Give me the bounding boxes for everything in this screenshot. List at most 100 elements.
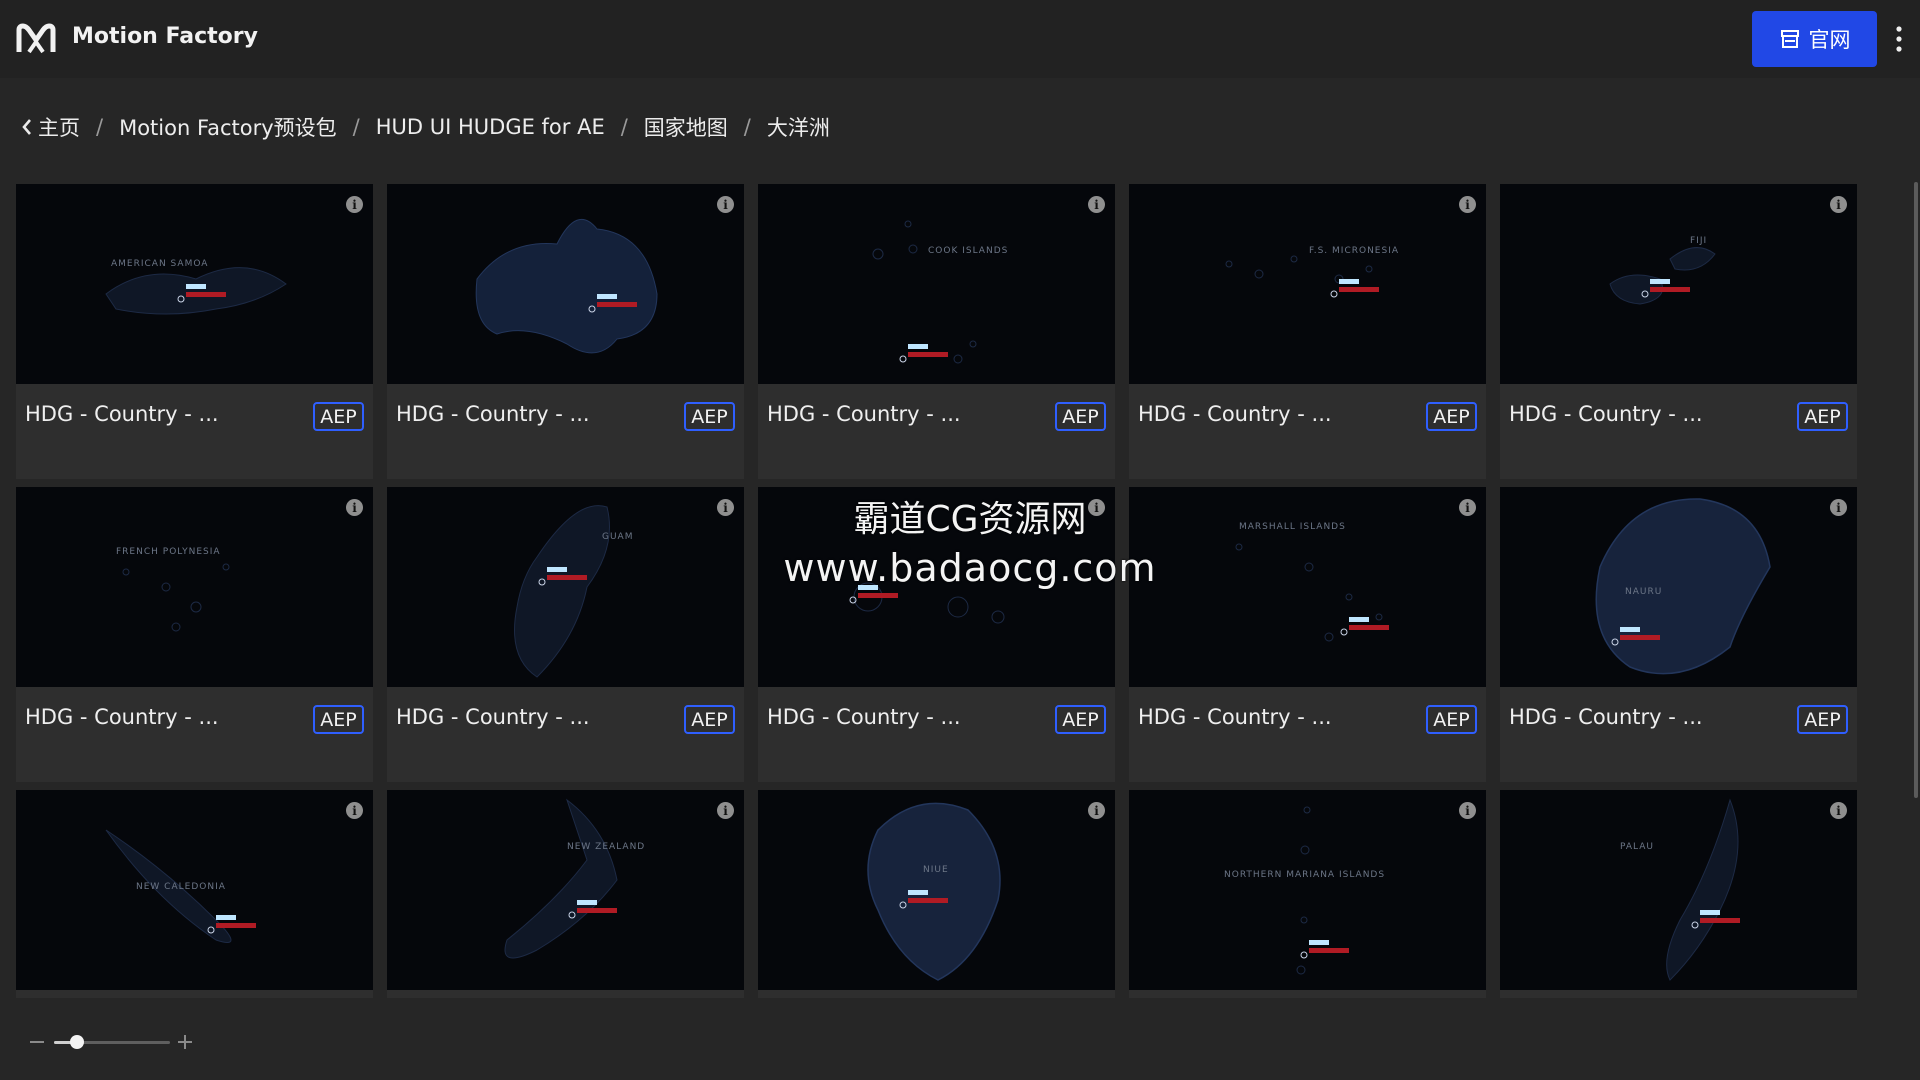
file-type-badge: AEP bbox=[1797, 705, 1848, 734]
asset-card[interactable]: NEW CALEDONIA i bbox=[16, 790, 373, 998]
info-icon[interactable]: i bbox=[346, 196, 363, 213]
asset-title: HDG - Country - ... bbox=[396, 402, 590, 426]
info-icon[interactable]: i bbox=[1830, 802, 1847, 819]
asset-thumbnail[interactable]: NORTHERN MARIANA ISLANDS i bbox=[1129, 790, 1486, 990]
asset-card[interactable]: FRENCH POLYNESIA i HDG - Country - ... AEP bbox=[16, 487, 373, 782]
file-type-badge: AEP bbox=[684, 705, 735, 734]
info-icon[interactable]: i bbox=[1088, 196, 1105, 213]
info-icon[interactable]: i bbox=[1830, 499, 1847, 516]
asset-card[interactable]: NEW ZEALAND i bbox=[387, 790, 744, 998]
asset-title: HDG - Country - ... bbox=[1138, 705, 1332, 729]
asset-card[interactable]: i HDG - Country - ... AEP bbox=[758, 487, 1115, 782]
zoom-in-icon[interactable] bbox=[178, 1035, 192, 1049]
map-preview bbox=[1609, 247, 1716, 305]
map-preview bbox=[122, 563, 230, 632]
map-country-label: NEW ZEALAND bbox=[567, 842, 646, 852]
asset-title: HDG - Country - ... bbox=[1509, 402, 1703, 426]
map-preview bbox=[872, 220, 977, 364]
asset-title: HDG - Country - ... bbox=[767, 402, 961, 426]
map-preview bbox=[867, 802, 1001, 981]
breadcrumb-hud-ui[interactable]: HUD UI HUDGE for AE bbox=[376, 115, 605, 139]
asset-card[interactable]: i HDG - Country - ... AEP bbox=[387, 184, 744, 479]
asset-card[interactable]: F.S. MICRONESIA i HDG - Country - ... AEP bbox=[1129, 184, 1486, 479]
app-title[interactable]: Motion Factory bbox=[72, 24, 258, 49]
asset-thumbnail[interactable]: MARSHALL ISLANDS i bbox=[1129, 487, 1486, 687]
map-country-label: AMERICAN SAMOA bbox=[111, 259, 209, 269]
asset-title: HDG - Country - ... bbox=[1509, 705, 1703, 729]
top-bar: Motion Factory 官网 bbox=[0, 0, 1920, 78]
map-preview bbox=[1666, 798, 1740, 981]
asset-title: HDG - Country - ... bbox=[767, 705, 961, 729]
asset-thumbnail[interactable]: F.S. MICRONESIA i bbox=[1129, 184, 1486, 384]
asset-thumbnail[interactable]: i bbox=[387, 184, 744, 384]
breadcrumb-country-maps[interactable]: 国家地图 bbox=[644, 112, 728, 142]
asset-thumbnail[interactable]: NEW CALEDONIA i bbox=[16, 790, 373, 990]
more-options-icon[interactable] bbox=[1892, 24, 1906, 54]
map-preview bbox=[475, 219, 658, 354]
asset-thumbnail[interactable]: i bbox=[758, 487, 1115, 687]
store-icon bbox=[1780, 30, 1799, 48]
info-icon[interactable]: i bbox=[346, 499, 363, 516]
asset-thumbnail[interactable]: GUAM i bbox=[387, 487, 744, 687]
asset-card[interactable]: FIJI i HDG - Country - ... AEP bbox=[1500, 184, 1857, 479]
breadcrumb-preset-pack[interactable]: Motion Factory预设包 bbox=[119, 112, 337, 142]
info-icon[interactable]: i bbox=[717, 499, 734, 516]
breadcrumb-home[interactable]: 主页 bbox=[38, 112, 80, 142]
map-country-label: F.S. MICRONESIA bbox=[1309, 246, 1400, 256]
info-icon[interactable]: i bbox=[1459, 196, 1476, 213]
map-country-label: MARSHALL ISLANDS bbox=[1239, 522, 1346, 532]
file-type-badge: AEP bbox=[1426, 402, 1477, 431]
file-type-badge: AEP bbox=[1055, 402, 1106, 431]
info-icon[interactable]: i bbox=[1088, 499, 1105, 516]
info-icon[interactable]: i bbox=[1459, 499, 1476, 516]
map-country-label: NIUE bbox=[923, 865, 949, 875]
asset-title: HDG - Country - ... bbox=[1138, 402, 1332, 426]
info-icon[interactable]: i bbox=[1088, 802, 1105, 819]
asset-card[interactable]: MARSHALL ISLANDS i HDG - Country - ... AEP bbox=[1129, 487, 1486, 782]
asset-card[interactable]: NIUE i bbox=[758, 790, 1115, 998]
asset-card[interactable]: COOK ISLANDS i HDG - Country - ... AEP bbox=[758, 184, 1115, 479]
file-type-badge: AEP bbox=[313, 705, 364, 734]
asset-thumbnail[interactable]: NEW ZEALAND i bbox=[387, 790, 744, 990]
map-preview bbox=[1296, 806, 1349, 975]
map-country-label: NEW CALEDONIA bbox=[136, 882, 226, 892]
map-country-label: FIJI bbox=[1690, 236, 1708, 246]
zoom-out-icon[interactable] bbox=[30, 1041, 44, 1043]
map-preview bbox=[105, 267, 287, 315]
official-site-button[interactable]: 官网 bbox=[1752, 11, 1877, 67]
asset-card[interactable]: NAURU i HDG - Country - ... AEP bbox=[1500, 487, 1857, 782]
asset-thumbnail[interactable]: NAURU i bbox=[1500, 487, 1857, 687]
chevron-left-icon[interactable] bbox=[20, 118, 34, 136]
file-type-badge: AEP bbox=[313, 402, 364, 431]
motion-factory-logo-icon[interactable] bbox=[16, 22, 56, 56]
map-country-label: NAURU bbox=[1625, 587, 1663, 597]
asset-thumbnail[interactable]: NIUE i bbox=[758, 790, 1115, 990]
info-icon[interactable]: i bbox=[717, 802, 734, 819]
breadcrumb-separator: / bbox=[96, 115, 104, 139]
asset-card[interactable]: AMERICAN SAMOA i HDG - Country - ... AEP bbox=[16, 184, 373, 479]
asset-title: HDG - Country - ... bbox=[396, 705, 590, 729]
map-country-label: PALAU bbox=[1620, 842, 1654, 852]
asset-thumbnail[interactable]: AMERICAN SAMOA i bbox=[16, 184, 373, 384]
map-country-label: FRENCH POLYNESIA bbox=[116, 547, 221, 557]
asset-thumbnail[interactable]: FIJI i bbox=[1500, 184, 1857, 384]
asset-card[interactable]: GUAM i HDG - Country - ... AEP bbox=[387, 487, 744, 782]
info-icon[interactable]: i bbox=[717, 196, 734, 213]
file-type-badge: AEP bbox=[1797, 402, 1848, 431]
official-site-label: 官网 bbox=[1808, 28, 1851, 52]
map-country-label: COOK ISLANDS bbox=[928, 246, 1009, 256]
map-country-label: GUAM bbox=[602, 532, 634, 542]
breadcrumb-separator: / bbox=[743, 115, 751, 139]
asset-card[interactable]: PALAU i bbox=[1500, 790, 1857, 998]
bottom-bar bbox=[0, 998, 1920, 1080]
zoom-slider-handle[interactable] bbox=[70, 1035, 85, 1049]
asset-grid: AMERICAN SAMOA i HDG - Country - ... AEP i HD… bbox=[0, 182, 1920, 998]
asset-card[interactable]: NORTHERN MARIANA ISLANDS i bbox=[1129, 790, 1486, 998]
info-icon[interactable]: i bbox=[1459, 802, 1476, 819]
asset-thumbnail[interactable]: FRENCH POLYNESIA i bbox=[16, 487, 373, 687]
info-icon[interactable]: i bbox=[1830, 196, 1847, 213]
grid-scrollbar[interactable] bbox=[1914, 182, 1918, 798]
asset-thumbnail[interactable]: PALAU i bbox=[1500, 790, 1857, 990]
info-icon[interactable]: i bbox=[346, 802, 363, 819]
asset-thumbnail[interactable]: COOK ISLANDS i bbox=[758, 184, 1115, 384]
